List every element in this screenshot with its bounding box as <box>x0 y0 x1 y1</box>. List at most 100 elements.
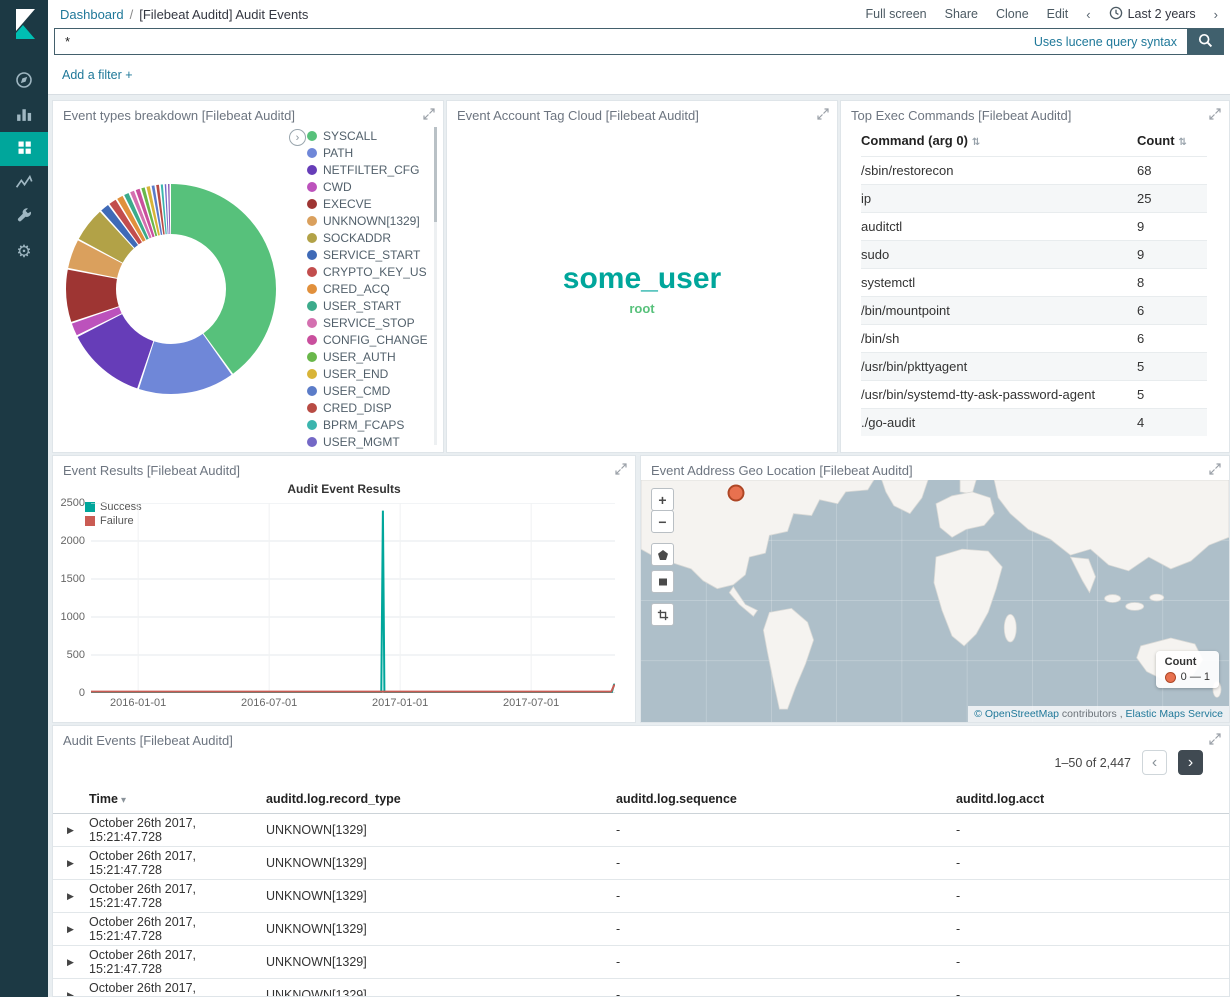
column-header-command[interactable]: Command (arg 0)⇅ <box>861 127 1137 157</box>
legend-toggle-icon[interactable]: › <box>289 129 306 146</box>
geo-point-marker[interactable] <box>728 485 745 502</box>
pie-legend-item[interactable]: USER_CMD <box>307 382 427 399</box>
time-forward-chevron-icon[interactable]: › <box>1214 7 1218 22</box>
zoom-out-button[interactable]: − <box>651 510 674 533</box>
pie-legend-item[interactable]: PATH <box>307 144 427 161</box>
pie-legend-item[interactable]: SOCKADDR <box>307 229 427 246</box>
expand-caret-icon[interactable]: ▶ <box>53 858 89 869</box>
column-header-sequence[interactable]: auditd.log.sequence <box>616 792 956 806</box>
expand-icon[interactable] <box>1209 463 1221 478</box>
sidebar-item-timelion[interactable] <box>0 166 48 200</box>
time-back-chevron-icon[interactable]: ‹ <box>1086 7 1090 22</box>
acct-cell: - <box>956 955 1229 969</box>
pie-legend-item[interactable]: NETFILTER_CFG <box>307 161 427 178</box>
legend-dot <box>307 335 317 345</box>
audit-events-rows: ▶October 26th 2017, 15:21:47.728UNKNOWN[… <box>53 814 1229 997</box>
column-header-count[interactable]: Count⇅ <box>1137 127 1207 157</box>
pie-legend-item[interactable]: BPRM_FCAPS <box>307 416 427 433</box>
kibana-logo[interactable] <box>0 0 48 48</box>
pie-legend-item[interactable]: SYSCALL <box>307 127 427 144</box>
pie-legend-item[interactable]: SERVICE_STOP <box>307 314 427 331</box>
draw-polygon-button[interactable] <box>651 543 674 566</box>
acct-cell: - <box>956 889 1229 903</box>
table-row: /usr/bin/systemd-tty-ask-password-agent5 <box>861 381 1207 409</box>
pie-legend-item[interactable]: UNKNOWN[1329] <box>307 212 427 229</box>
command-cell: /usr/bin/pkttyagent <box>861 353 1137 381</box>
pie-legend: SYSCALLPATHNETFILTER_CFGCWDEXECVEUNKNOWN… <box>307 127 427 449</box>
prev-page-button[interactable]: ‹ <box>1142 750 1167 775</box>
pie-legend-item[interactable]: USER_START <box>307 297 427 314</box>
crop-bounds-button[interactable] <box>651 603 674 626</box>
expand-caret-icon[interactable]: ▶ <box>53 924 89 935</box>
share-button[interactable]: Share <box>945 7 978 21</box>
count-cell: 8 <box>1137 269 1207 297</box>
column-header-record-type[interactable]: auditd.log.record_type <box>266 792 616 806</box>
full-screen-button[interactable]: Full screen <box>866 7 927 21</box>
table-row[interactable]: ▶October 26th 2017, 15:21:47.728UNKNOWN[… <box>53 913 1229 946</box>
tag-cloud-tag[interactable]: root <box>629 302 654 315</box>
lucene-syntax-link[interactable]: Uses lucene query syntax <box>1034 35 1177 49</box>
edit-button[interactable]: Edit <box>1047 7 1069 21</box>
time-picker[interactable]: Last 2 years <box>1109 6 1196 23</box>
sidebar-item-visualize[interactable] <box>0 98 48 132</box>
pie-legend-item[interactable]: USER_AUTH <box>307 348 427 365</box>
table-row[interactable]: ▶October 26th 2017, 15:21:47.728UNKNOWN[… <box>53 979 1229 997</box>
table-row[interactable]: ▶October 26th 2017, 15:21:47.728UNKNOWN[… <box>53 946 1229 979</box>
legend-label: USER_CMD <box>323 384 390 398</box>
expand-caret-icon[interactable]: ▶ <box>53 990 89 997</box>
top-exec-tbody: /sbin/restorecon68ip25auditctl9sudo9syst… <box>861 157 1207 437</box>
expand-icon[interactable] <box>1209 733 1221 748</box>
world-map[interactable]: + − Count 0 — 1 <box>641 480 1229 722</box>
openstreetmap-link[interactable]: © OpenStreetMap <box>974 708 1059 720</box>
expand-caret-icon[interactable]: ▶ <box>53 825 89 836</box>
elastic-maps-link[interactable]: Elastic Maps Service <box>1126 708 1223 720</box>
panel-geo-location: Event Address Geo Location [Filebeat Aud… <box>640 455 1230 723</box>
pie-legend-item[interactable]: EXECVE <box>307 195 427 212</box>
time-cell: October 26th 2017, 15:21:47.728 <box>89 948 266 976</box>
polygon-icon <box>657 549 669 561</box>
acct-cell: - <box>956 823 1229 837</box>
pie-legend-item[interactable]: USER_END <box>307 365 427 382</box>
table-row[interactable]: ▶October 26th 2017, 15:21:47.728UNKNOWN[… <box>53 814 1229 847</box>
sidebar-item-dev-tools[interactable] <box>0 200 48 234</box>
legend-scrollbar-thumb[interactable] <box>434 127 437 222</box>
sidebar-item-management[interactable]: ⚙ <box>0 234 48 268</box>
pie-legend-item[interactable]: CRYPTO_KEY_USER <box>307 263 427 280</box>
search-input[interactable] <box>55 34 1034 49</box>
clone-button[interactable]: Clone <box>996 7 1029 21</box>
column-header-time[interactable]: Time▾ <box>89 792 266 806</box>
pie-legend-item[interactable]: CONFIG_CHANGE <box>307 331 427 348</box>
expand-icon[interactable] <box>423 108 435 123</box>
tag-cloud-tag[interactable]: some_user <box>563 264 721 294</box>
table-row[interactable]: ▶October 26th 2017, 15:21:47.728UNKNOWN[… <box>53 847 1229 880</box>
search-button[interactable] <box>1187 29 1223 54</box>
draw-rectangle-button[interactable] <box>651 570 674 593</box>
table-row[interactable]: ▶October 26th 2017, 15:21:47.728UNKNOWN[… <box>53 880 1229 913</box>
expand-caret-icon[interactable]: ▶ <box>53 891 89 902</box>
expand-caret-icon[interactable]: ▶ <box>53 957 89 968</box>
clock-icon <box>1109 6 1123 23</box>
pie-chart[interactable] <box>63 181 279 397</box>
expand-icon[interactable] <box>615 463 627 478</box>
sidebar-item-dashboard[interactable] <box>0 132 48 166</box>
add-filter-button[interactable]: Add a filter + <box>62 68 133 82</box>
breadcrumb-dashboard[interactable]: Dashboard <box>60 7 124 22</box>
count-cell: 6 <box>1137 297 1207 325</box>
pie-legend-item[interactable]: USER_MGMT <box>307 433 427 449</box>
count-cell: 5 <box>1137 353 1207 381</box>
zoom-in-button[interactable]: + <box>651 488 674 511</box>
legend-label: SERVICE_START <box>323 248 420 262</box>
pie-legend-item[interactable]: CWD <box>307 178 427 195</box>
y-tick-label: 500 <box>55 649 85 661</box>
sidebar-item-discover[interactable] <box>0 64 48 98</box>
expand-icon[interactable] <box>1209 108 1221 123</box>
pie-legend-item[interactable]: SERVICE_START <box>307 246 427 263</box>
column-header-acct[interactable]: auditd.log.acct <box>956 792 1229 806</box>
pie-legend-item[interactable]: CRED_DISP <box>307 399 427 416</box>
sequence-cell: - <box>616 889 956 903</box>
expand-icon[interactable] <box>817 108 829 123</box>
legend-dot <box>307 267 317 277</box>
next-page-button[interactable]: › <box>1178 750 1203 775</box>
breadcrumb-current: [Filebeat Auditd] Audit Events <box>139 7 308 22</box>
pie-legend-item[interactable]: CRED_ACQ <box>307 280 427 297</box>
